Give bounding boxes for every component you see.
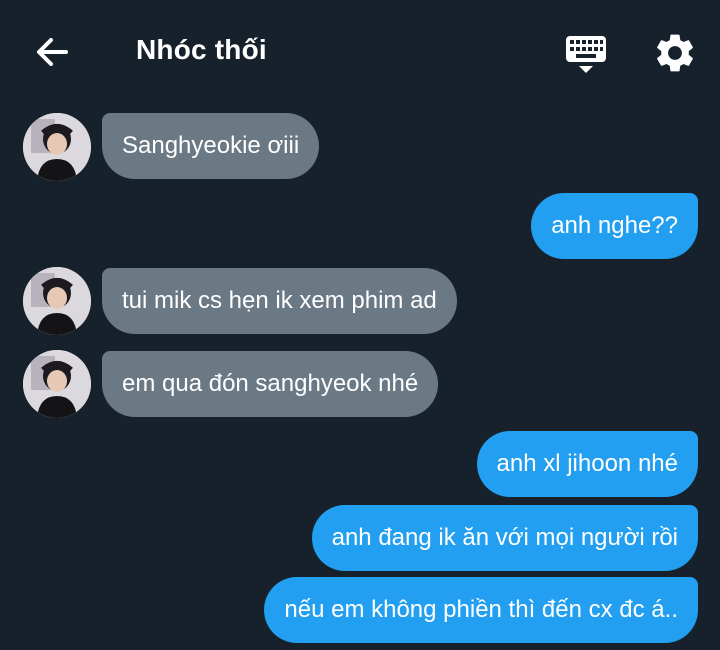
message-bubble[interactable]: anh đang ik ăn với mọi người rồi bbox=[311, 505, 698, 571]
avatar[interactable] bbox=[23, 113, 91, 181]
arrow-left-icon bbox=[37, 38, 68, 66]
message-outgoing: anh nghe?? bbox=[0, 193, 720, 259]
avatar-photo-icon bbox=[23, 350, 91, 418]
avatar[interactable] bbox=[23, 267, 91, 335]
avatar-photo-icon bbox=[23, 113, 91, 181]
message-bubble[interactable]: anh nghe?? bbox=[531, 193, 698, 259]
message-bubble[interactable]: anh xl jihoon nhé bbox=[476, 431, 698, 497]
message-outgoing: nếu em không phiền thì đến cx đc á.. bbox=[0, 577, 720, 643]
message-incoming: tui mik cs hẹn ik xem phim ad bbox=[0, 267, 720, 337]
message-incoming: Sanghyeokie ơiii bbox=[0, 112, 720, 182]
keyboard-icon bbox=[566, 36, 606, 73]
chat-header: Nhóc thối bbox=[0, 0, 720, 100]
message-bubble[interactable]: nếu em không phiền thì đến cx đc á.. bbox=[264, 577, 698, 643]
message-bubble[interactable]: em qua đón sanghyeok nhé bbox=[102, 351, 439, 417]
avatar-photo-icon bbox=[23, 267, 91, 335]
message-bubble[interactable]: tui mik cs hẹn ik xem phim ad bbox=[102, 268, 457, 334]
gear-icon bbox=[657, 34, 693, 72]
avatar[interactable] bbox=[23, 350, 91, 418]
back-button[interactable] bbox=[30, 30, 74, 74]
keyboard-button[interactable] bbox=[560, 30, 612, 78]
message-outgoing: anh xl jihoon nhé bbox=[0, 431, 720, 497]
message-bubble[interactable]: Sanghyeokie ơiii bbox=[102, 113, 320, 179]
message-incoming: em qua đón sanghyeok nhé bbox=[0, 350, 720, 420]
settings-button[interactable] bbox=[652, 30, 698, 76]
chat-title: Nhóc thối bbox=[136, 34, 267, 65]
message-outgoing: anh đang ik ăn với mọi người rồi bbox=[0, 505, 720, 571]
